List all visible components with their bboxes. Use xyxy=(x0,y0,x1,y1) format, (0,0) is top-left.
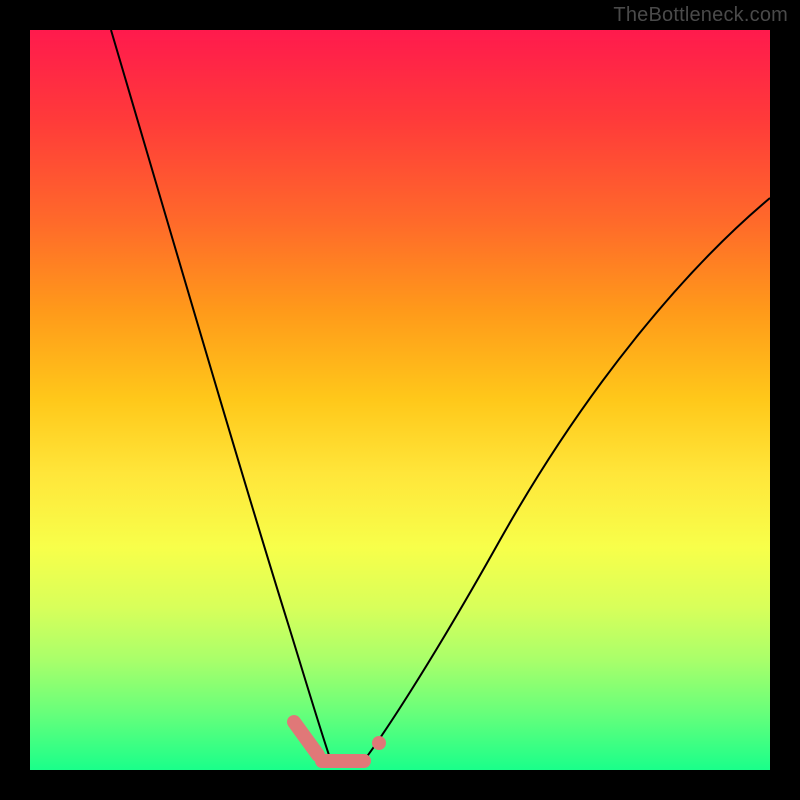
curve-left-branch xyxy=(111,30,330,758)
chart-frame: TheBottleneck.com xyxy=(0,0,800,800)
curve-right-branch xyxy=(362,198,770,763)
watermark-text: TheBottleneck.com xyxy=(613,4,788,27)
highlight-segment-left xyxy=(294,722,318,755)
curve-svg xyxy=(30,30,770,770)
plot-area xyxy=(30,30,770,770)
highlight-dot xyxy=(372,736,386,750)
